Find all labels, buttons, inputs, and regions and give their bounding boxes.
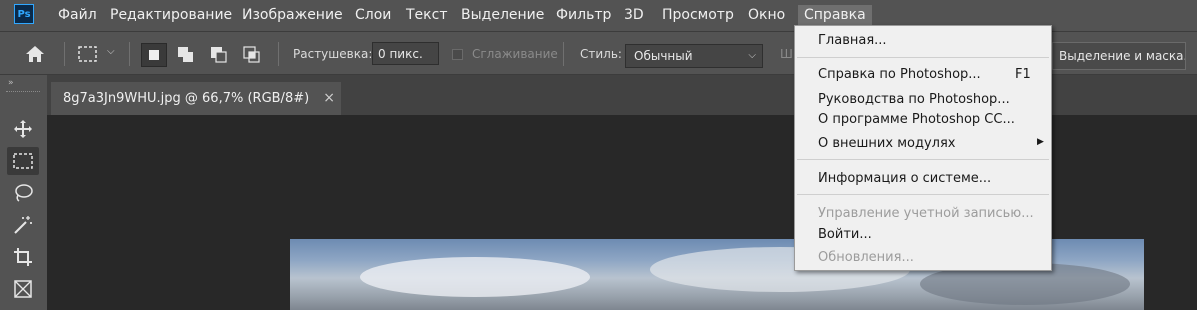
menu-edit[interactable]: Редактирование: [110, 0, 232, 31]
cloud-shape: [360, 257, 590, 297]
add-to-selection-icon[interactable]: [175, 44, 197, 66]
submenu-arrow-icon: ▶: [1037, 137, 1044, 147]
menu-item-plugins[interactable]: О внешних модулях: [818, 132, 955, 156]
shortcut-label: F1: [1015, 67, 1031, 82]
menu-image[interactable]: Изображение: [242, 0, 343, 31]
separator: [129, 42, 130, 66]
style-label: Стиль:: [580, 47, 622, 61]
menu-item-home[interactable]: Главная...: [818, 29, 887, 53]
antialias-label: Сглаживание: [472, 47, 558, 61]
menu-filter[interactable]: Фильтр: [556, 0, 611, 31]
separator: [563, 42, 564, 66]
document-tab-title: 8g7a3Jn9WHU.jpg @ 66,7% (RGB/8#): [63, 91, 310, 106]
rect-marquee-icon[interactable]: [77, 44, 99, 64]
menu-separator: [797, 194, 1049, 195]
close-icon[interactable]: ×: [323, 82, 335, 115]
menu-help[interactable]: Справка: [798, 5, 872, 26]
menu-separator: [797, 159, 1049, 160]
style-select-value: Обычный: [634, 49, 693, 63]
menu-view[interactable]: Просмотр: [662, 0, 734, 31]
menu-item-about[interactable]: О программе Photoshop CC...: [818, 108, 1015, 132]
home-icon[interactable]: [24, 44, 46, 64]
menu-window[interactable]: Окно: [748, 0, 785, 31]
chevron-down-icon[interactable]: ⌵: [107, 46, 115, 57]
new-selection-mode-button[interactable]: [141, 43, 167, 67]
lasso-tool-icon[interactable]: [7, 179, 39, 207]
intersect-selection-icon[interactable]: [241, 44, 263, 66]
move-tool-icon[interactable]: [7, 115, 39, 143]
menu-select[interactable]: Выделение: [461, 0, 544, 31]
menu-layers[interactable]: Слои: [355, 0, 391, 31]
menu-type[interactable]: Текст: [406, 0, 447, 31]
magic-wand-tool-icon[interactable]: [7, 211, 39, 239]
select-and-mask-button[interactable]: Выделение и маска...: [1052, 42, 1186, 70]
width-label: Ш: [780, 47, 793, 61]
crop-tool-icon[interactable]: [7, 243, 39, 271]
menu-item-photoshop-help[interactable]: Справка по Photoshop...: [818, 63, 981, 87]
menu-file[interactable]: Файл: [58, 0, 97, 31]
feather-label: Растушевка:: [293, 47, 373, 61]
separator: [64, 42, 65, 66]
tools-panel: »: [0, 75, 47, 310]
chevron-down-icon: ⌵: [748, 50, 756, 61]
document-tab[interactable]: 8g7a3Jn9WHU.jpg @ 66,7% (RGB/8#) ×: [51, 82, 341, 115]
marquee-tool-icon[interactable]: [7, 147, 39, 175]
panel-grip[interactable]: [6, 91, 40, 94]
menu-separator: [797, 57, 1049, 58]
menu-item-updates: Обновления...: [818, 250, 914, 265]
menu-item-system-info[interactable]: Информация о системе...: [818, 167, 991, 191]
style-select[interactable]: Обычный ⌵: [625, 44, 763, 68]
menu-item-sign-in[interactable]: Войти...: [818, 223, 872, 247]
help-menu-dropdown: Главная... Справка по Photoshop... F1 Ру…: [794, 25, 1052, 271]
antialias-checkbox[interactable]: [452, 49, 463, 60]
separator: [278, 42, 279, 66]
feather-input[interactable]: 0 пикс.: [372, 42, 439, 65]
subtract-from-selection-icon[interactable]: [208, 44, 230, 66]
menu-3d[interactable]: 3D: [624, 0, 644, 31]
photoshop-logo-icon: Ps: [14, 4, 34, 24]
new-selection-icon: [149, 50, 159, 60]
panel-collapse-icon[interactable]: »: [8, 78, 14, 88]
frame-tool-icon[interactable]: [7, 275, 39, 303]
